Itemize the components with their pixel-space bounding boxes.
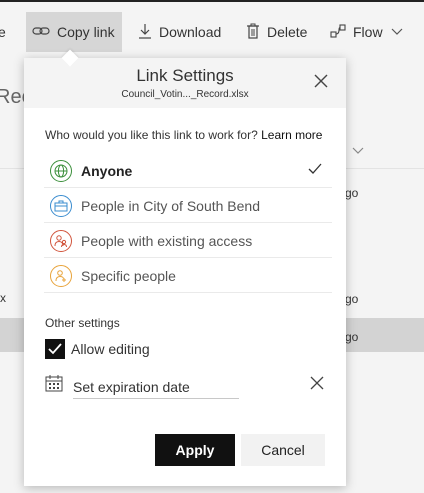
dialog-header: Link Settings Council_Votin..._Record.xl… <box>24 58 346 108</box>
download-label: Download <box>159 24 222 40</box>
delete-label: Delete <box>267 24 308 40</box>
apply-button[interactable]: Apply <box>155 434 235 466</box>
delete-button[interactable]: Delete <box>246 12 307 52</box>
dialog-filename: Council_Votin..._Record.xlsx <box>121 89 249 100</box>
briefcase-icon <box>50 194 72 217</box>
dialog-title: Link Settings <box>136 66 234 85</box>
allow-editing-checkbox[interactable] <box>45 339 65 359</box>
option-anyone[interactable]: Anyone <box>44 154 332 188</box>
cancel-button[interactable]: Cancel <box>241 434 325 466</box>
learn-more-link[interactable]: Learn more <box>261 128 322 142</box>
download-icon <box>138 23 152 42</box>
trash-icon <box>246 23 260 42</box>
option-organization[interactable]: People in City of South Bend <box>44 189 332 223</box>
allow-editing-row[interactable]: Allow editing <box>45 339 150 359</box>
list-item-modified: go <box>345 292 359 306</box>
people-icon <box>50 229 72 252</box>
link-scope-question: Who would you like this link to work for… <box>45 128 322 142</box>
person-icon <box>50 264 72 287</box>
flow-button[interactable]: Flow <box>330 12 403 52</box>
list-item-name-fragment: x <box>0 291 6 305</box>
allow-editing-label: Allow editing <box>71 341 150 357</box>
other-settings-heading: Other settings <box>45 316 120 330</box>
expiration-date-input[interactable] <box>73 375 239 399</box>
option-label: People with existing access <box>81 232 253 249</box>
option-existing-access[interactable]: People with existing access <box>44 224 332 258</box>
option-label: Anyone <box>81 162 133 179</box>
close-icon[interactable] <box>314 72 328 92</box>
clear-expiration-icon[interactable] <box>310 374 324 395</box>
list-item-modified: go <box>345 186 359 200</box>
question-text: Who would you like this link to work for… <box>45 128 258 142</box>
link-icon <box>32 24 50 40</box>
globe-icon <box>50 159 72 182</box>
link-settings-dialog: Link Settings Council_Votin..._Record.xl… <box>24 58 346 486</box>
calendar-icon[interactable] <box>45 375 63 392</box>
list-item-modified: go <box>345 330 359 344</box>
toolbar-partial-label: e <box>0 24 6 40</box>
copy-link-button[interactable]: Copy link <box>26 12 122 52</box>
expiration-row <box>45 374 333 404</box>
flow-label: Flow <box>353 24 383 40</box>
copy-link-label: Copy link <box>57 24 115 40</box>
download-button[interactable]: Download <box>138 12 221 52</box>
flow-icon <box>330 23 346 41</box>
command-bar: e Copy link Download Delete Flow <box>0 0 424 58</box>
toolbar-partial-button[interactable]: e <box>0 12 12 52</box>
column-chevron-icon[interactable] <box>352 144 364 158</box>
option-label: Specific people <box>81 267 176 284</box>
option-label: People in City of South Bend <box>81 197 261 214</box>
option-specific-people[interactable]: Specific people <box>44 259 332 293</box>
chevron-down-icon <box>391 25 403 39</box>
checkmark-icon <box>308 162 322 180</box>
